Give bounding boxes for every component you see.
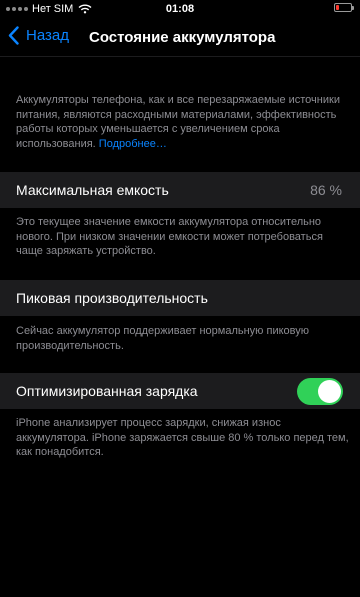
peak-performance-row: Пиковая производительность [0,280,360,316]
max-capacity-label: Максимальная емкость [16,182,169,198]
battery-health-screen: Нет SIM 01:08 Назад Состояние аккумулято… [0,0,360,597]
intro-description: Аккумуляторы телефона, как и все перезар… [16,93,352,151]
intro-text: Аккумуляторы телефона, как и все перезар… [16,94,340,150]
battery-icon [334,3,354,12]
back-button[interactable]: Назад [8,26,69,45]
status-bar: Нет SIM 01:08 [0,0,360,20]
optimized-charging-footer: iPhone анализирует процесс зарядки, сниж… [16,417,349,458]
back-label: Назад [26,27,69,44]
optimized-charging-row: Оптимизированная зарядка [0,373,360,409]
chevron-left-icon [8,26,19,45]
status-right [334,3,354,12]
max-capacity-footer: Это текущее значение емкости аккумулятор… [16,216,323,257]
navigation-bar: Назад Состояние аккумулятора [0,20,360,57]
page-title: Состояние аккумулятора [89,29,276,46]
status-time: 01:08 [165,3,195,15]
optimized-charging-label: Оптимизированная зарядка [16,383,198,399]
max-capacity-value: 86 % [310,182,342,198]
optimized-charging-toggle[interactable] [297,378,343,405]
peak-performance-label: Пиковая производительность [16,290,208,306]
learn-more-link[interactable]: Подробнее… [99,138,167,150]
peak-performance-footer: Сейчас аккумулятор поддерживает нормальн… [16,325,309,352]
toggle-knob [318,380,341,403]
max-capacity-row: Максимальная емкость 86 % [0,172,360,208]
